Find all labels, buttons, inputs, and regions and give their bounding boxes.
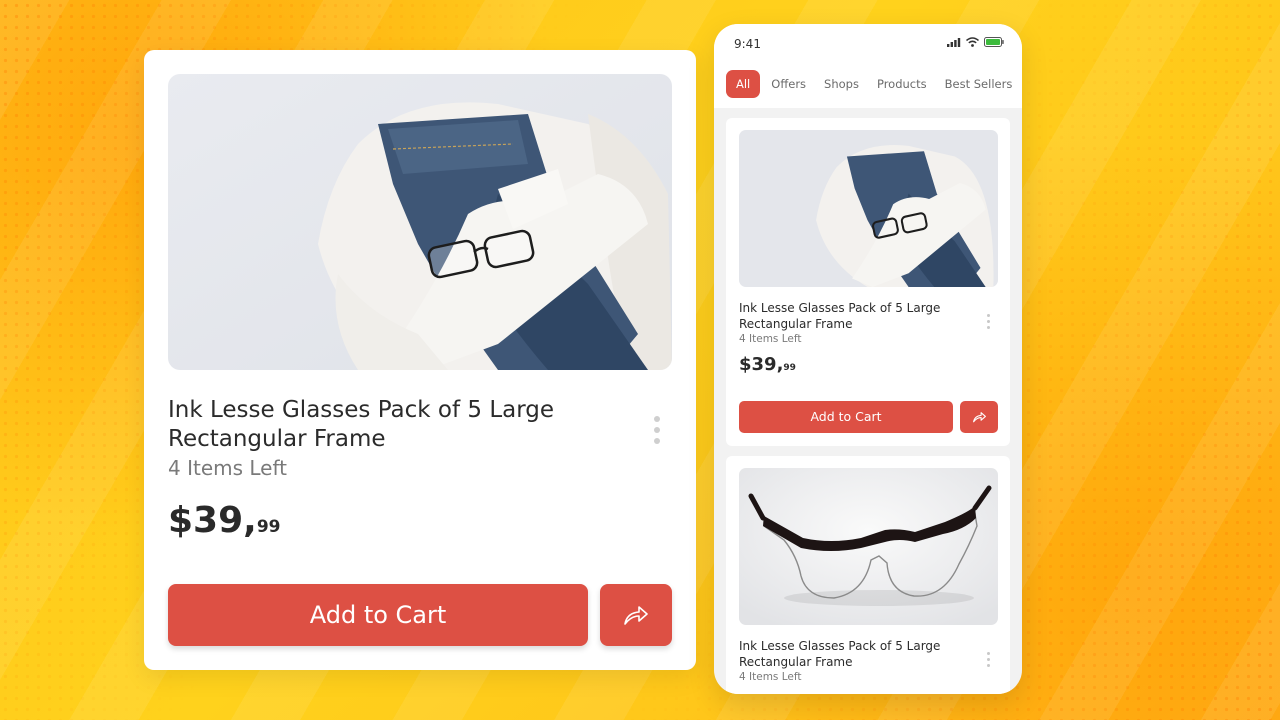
clothes-glasses-illustration [168,74,672,370]
phone-mockup: 9:41 All Offers Shops Products Best Sell… [714,24,1022,694]
share-icon [972,412,986,423]
status-time: 9:41 [734,37,761,51]
product-price: $39,99 [168,500,281,541]
clothes-glasses-illustration [739,130,998,287]
stock-status: 4 Items Left [168,456,288,480]
tab-shops[interactable]: Shops [815,70,868,98]
featured-product-card: Ink Lesse Glasses Pack of 5 Large Rectan… [144,50,696,670]
status-icons [947,37,1004,47]
phone-header: 9:41 All Offers Shops Products Best Sell… [714,24,1022,108]
tab-products[interactable]: Products [868,70,936,98]
add-to-cart-button[interactable]: Add to Cart [168,584,588,646]
stock-status: 4 Items Left [739,671,802,683]
price-dollars: $39, [168,500,257,541]
share-button[interactable] [960,401,998,433]
signal-icon [947,37,961,47]
price-cents: 99 [783,363,796,373]
more-vertical-icon[interactable] [652,416,662,450]
battery-icon [984,37,1004,47]
product-title: Ink Lesse Glasses Pack of 5 Large Rectan… [739,639,941,669]
category-tabs: All Offers Shops Products Best Sellers [726,70,1021,98]
product-title: Ink Lesse Glasses Pack of 5 Large Rectan… [168,397,555,452]
tab-all[interactable]: All [726,70,761,98]
tab-offers[interactable]: Offers [762,70,815,98]
product-title: Ink Lesse Glasses Pack of 5 Large Rectan… [739,301,941,331]
product-photo [739,468,998,625]
wifi-icon [966,37,979,47]
share-icon [624,606,648,625]
product-photo [739,130,998,287]
share-button[interactable] [600,584,672,646]
stock-status: 4 Items Left [739,333,802,345]
tab-best-sellers[interactable]: Best Sellers [936,70,1022,98]
product-photo [168,74,672,370]
more-vertical-icon[interactable] [984,314,992,332]
add-to-cart-button[interactable]: Add to Cart [739,401,953,433]
product-card: Ink Lesse Glasses Pack of 5 Large Rectan… [726,456,1010,694]
eyeglasses-illustration [739,468,998,625]
price-dollars: $39, [739,354,784,375]
product-price: $39,99 [739,354,796,375]
more-vertical-icon[interactable] [984,652,992,670]
price-cents: 99 [256,517,281,537]
product-card: Ink Lesse Glasses Pack of 5 Large Rectan… [726,118,1010,446]
